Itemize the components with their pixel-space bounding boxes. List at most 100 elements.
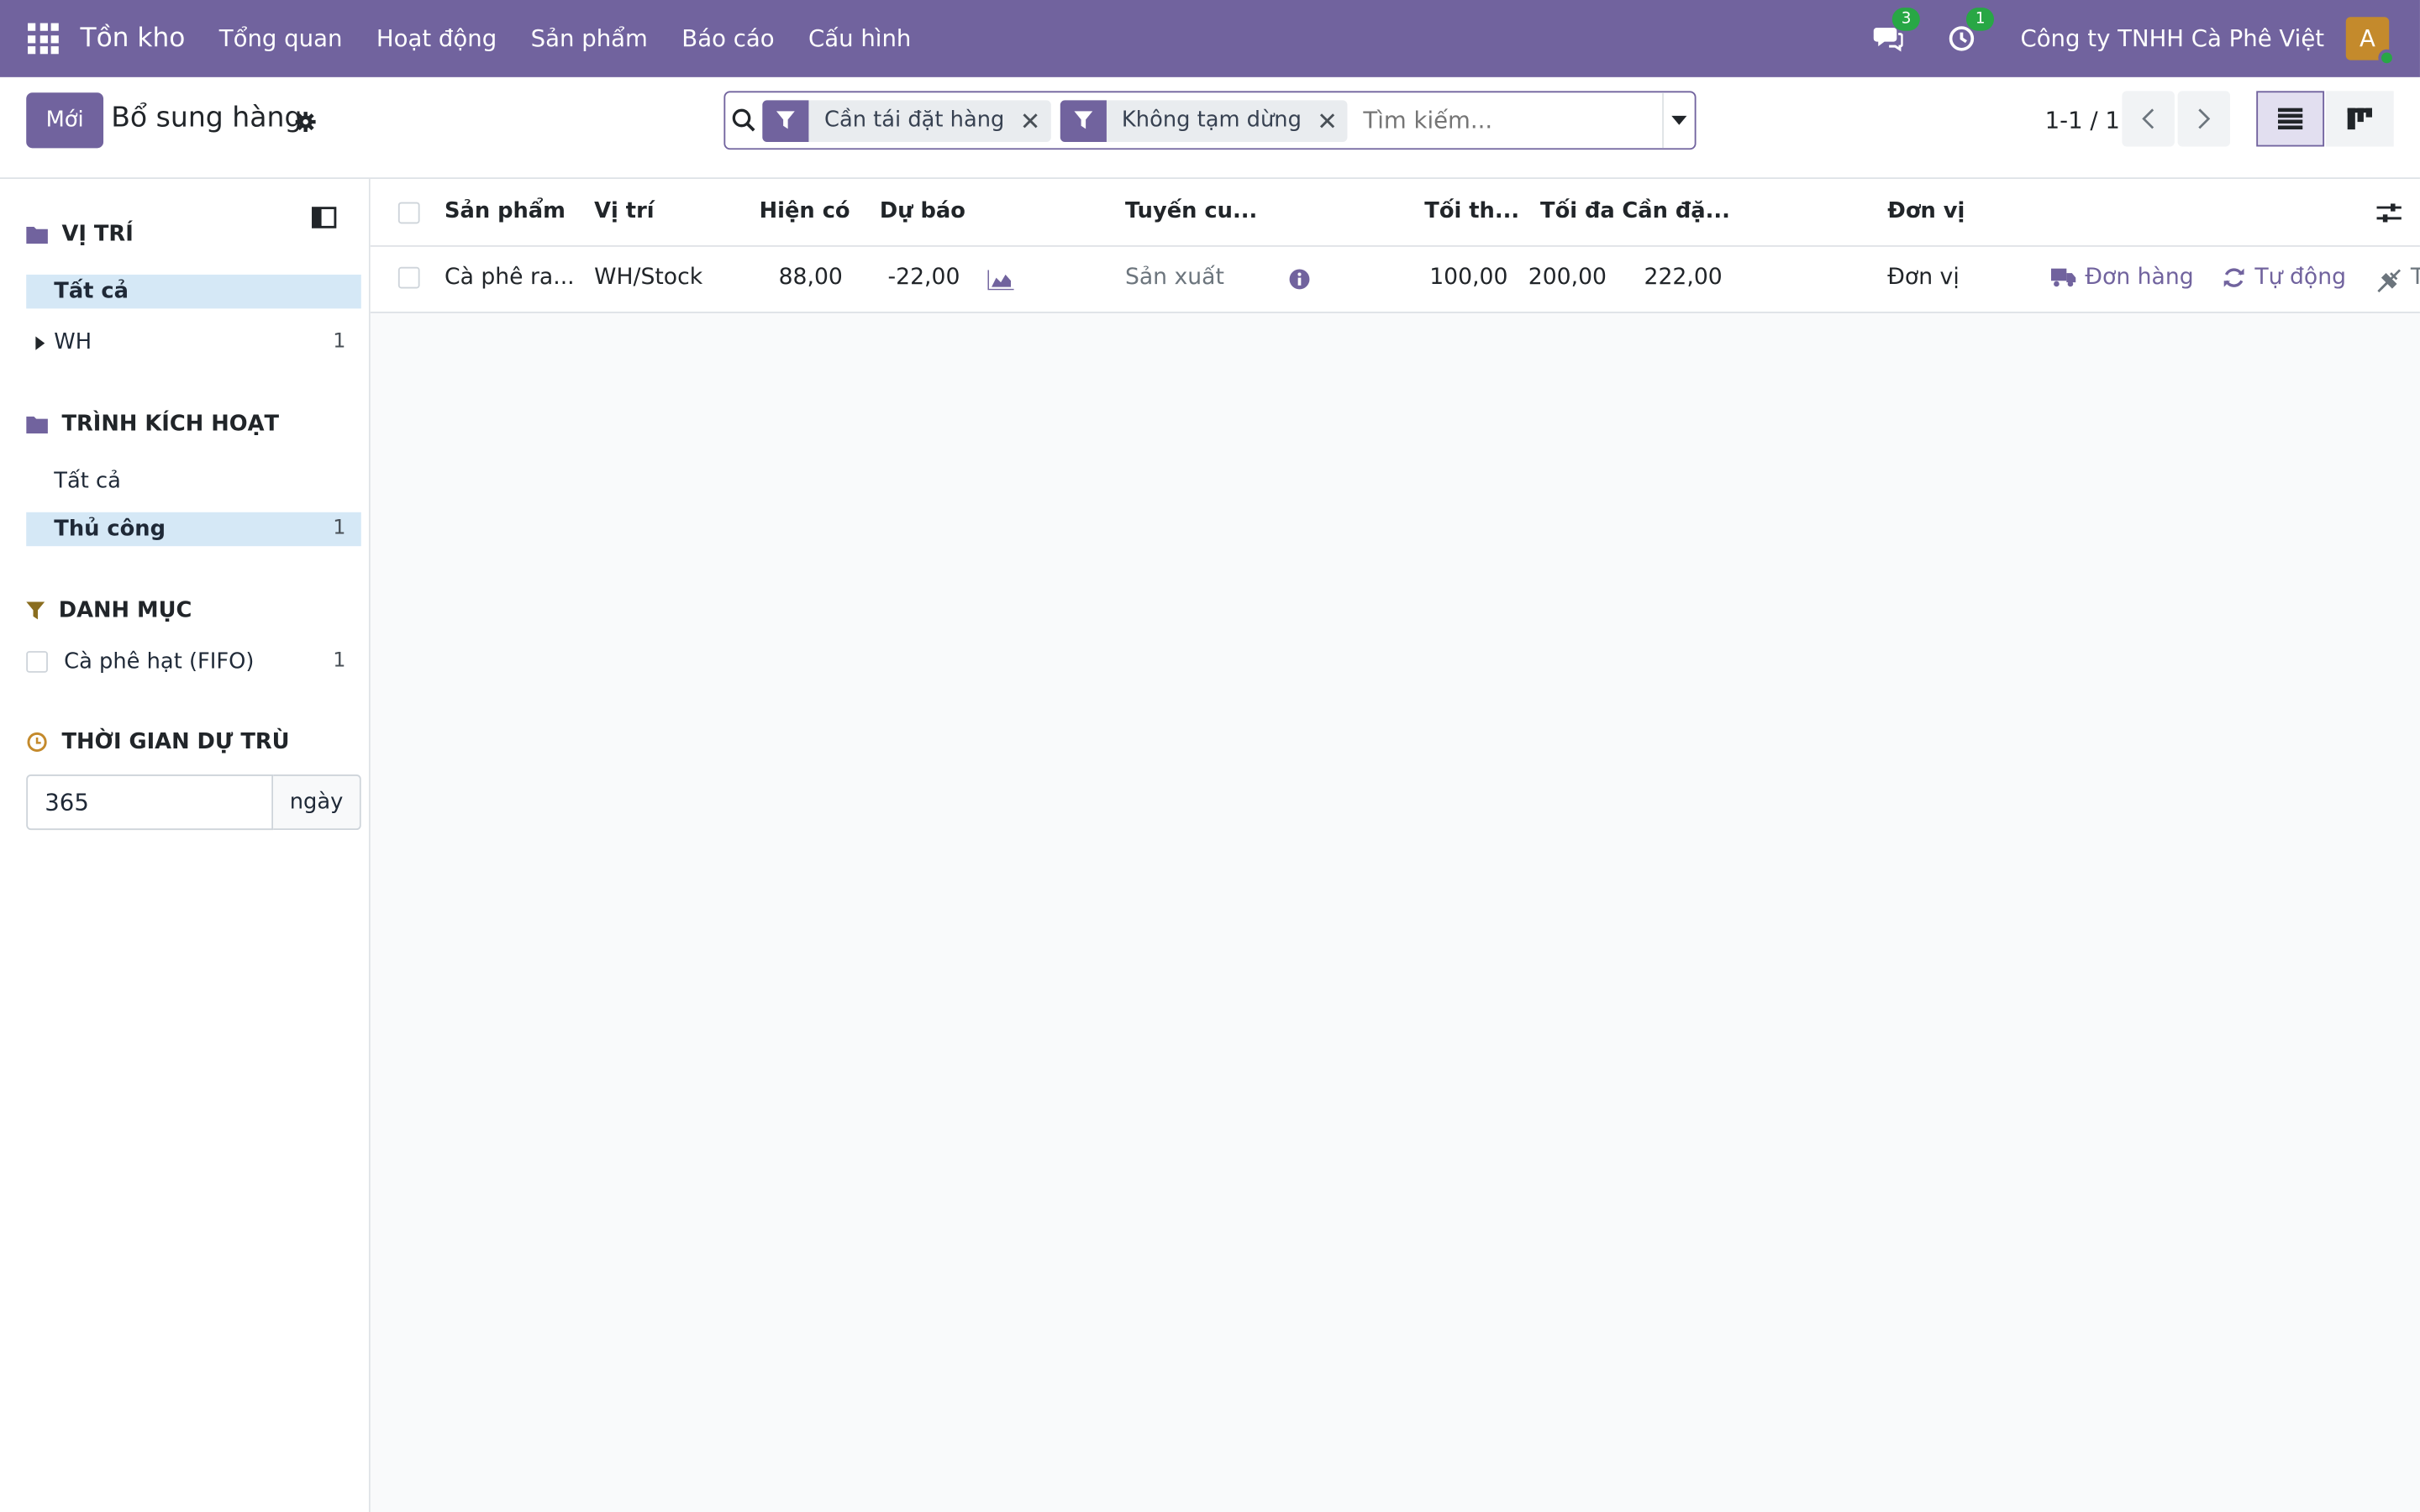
chevron-right-icon [2198,108,2211,129]
facet-remove-icon[interactable]: ✕ [1317,106,1348,135]
col-header-uom[interactable]: Đơn vị [1887,199,1965,223]
control-panel: Mới Bổ sung hàng Cần tái đặt hàng ✕ Khôn… [0,77,2420,180]
menu-item-configuration[interactable]: Cấu hình [792,24,929,52]
trigger-filter-all[interactable]: Tất cả [26,465,361,498]
col-header-product[interactable]: Sản phẩm [445,199,566,223]
search-panel: VỊ TRÍ Tất cả WH 1 TRÌNH KÍCH HOẠT Tất c… [0,179,371,1512]
list-icon [2277,108,2303,130]
activity-badge: 1 [1966,8,1995,31]
cell-product: Cà phê ra... [444,265,575,291]
search-bar: Cần tái đặt hàng ✕ Không tạm dừng ✕ [723,91,1697,150]
activity-clock-icon[interactable]: 1 [1946,8,1995,55]
section-category-header: DANH MỤC [26,599,192,623]
search-facet: Cần tái đặt hàng ✕ [762,99,1051,142]
section-location-title: VỊ TRÍ [61,222,134,247]
menu-item-overview[interactable]: Tổng quan [203,24,360,52]
automate-button[interactable]: Tự động [2223,265,2346,290]
user-avatar[interactable]: A [2345,17,2396,66]
systray: 3 1 Công ty TNHH Cà Phê Việt A [1872,0,2420,77]
menu-item-products[interactable]: Sản phẩm [513,24,665,52]
menu-item-operations[interactable]: Hoạt động [360,24,514,52]
location-filter-all[interactable]: Tất cả [26,274,361,309]
col-header-on-hand[interactable]: Hiện có [760,199,850,223]
trigger-manual-label: Thủ công [54,517,166,542]
pager-value[interactable]: 1-1 / 1 [2045,107,2120,134]
snooze-label-clipped: T [2411,265,2420,290]
gear-icon[interactable] [295,109,317,133]
cell-location: WH/Stock [594,265,703,291]
new-button[interactable]: Mới [26,92,104,149]
filter-icon [762,99,809,142]
cell-forecast: -22,00 [887,265,960,291]
order-once-button[interactable]: Đơn hàng [2050,265,2194,291]
messages-icon[interactable]: 3 [1872,8,1921,55]
table-row[interactable]: Cà phê ra... WH/Stock 88,00 -22,00 Sản x… [370,246,2420,313]
info-icon[interactable] [1289,269,1311,291]
location-wh-label: WH [54,330,92,355]
col-header-location[interactable]: Vị trí [594,199,654,223]
facet-remove-icon[interactable]: ✕ [1020,106,1051,135]
cell-on-hand: 88,00 [778,265,843,291]
app-grid-icon[interactable] [28,23,59,55]
category-label: Cà phê hạt (FIFO) [64,649,255,675]
kanban-icon [2347,108,2373,130]
category-filter-item[interactable]: Cà phê hạt (FIFO) 1 [26,645,361,679]
cell-min: 100,00 [1429,265,1508,291]
facet-label: Cần tái đặt hàng [823,108,1005,133]
refresh-icon [2223,268,2244,287]
search-input[interactable] [1357,94,1663,147]
category-count: 1 [333,649,346,673]
section-trigger-header: TRÌNH KÍCH HOẠT [26,412,280,437]
online-status-dot [2378,49,2396,66]
filter-icon [26,601,45,620]
table-header: Sản phẩm Vị trí Hiện có Dự báo Tuyến cu.… [370,179,2420,247]
optional-columns-icon[interactable] [2376,202,2402,224]
search-icon[interactable] [725,92,762,148]
sidebar-collapse-icon[interactable] [312,205,337,228]
col-header-to-order[interactable]: Cần đặ... [1622,199,1730,223]
menu-item-reporting[interactable]: Báo cáo [665,24,792,52]
automate-label: Tự động [2254,265,2347,291]
horizon-days-input[interactable]: 365 [26,774,274,831]
list-view: Sản phẩm Vị trí Hiện có Dự báo Tuyến cu.… [370,179,2420,1512]
filter-icon [1060,99,1107,142]
section-trigger-title: TRÌNH KÍCH HOẠT [61,412,280,437]
trigger-filter-manual[interactable]: Thủ công 1 [26,512,361,547]
caret-down-icon [1671,115,1687,125]
caret-right-icon[interactable] [35,336,45,350]
forecast-graph-icon[interactable] [987,270,1014,291]
row-checkbox[interactable] [397,266,420,289]
order-once-label: Đơn hàng [2085,265,2194,291]
select-all-checkbox[interactable] [397,202,420,224]
col-header-max[interactable]: Tối đa [1540,199,1615,223]
location-wh-count: 1 [333,330,346,354]
horizon-input-group: 365 ngày [26,774,361,831]
section-category-title: DANH MỤC [58,598,192,624]
company-switcher[interactable]: Công ty TNHH Cà Phê Việt [2020,24,2324,52]
avatar-letter: A [2360,24,2375,53]
trigger-manual-count: 1 [333,517,346,540]
section-location-header: VỊ TRÍ [26,222,134,247]
col-header-route[interactable]: Tuyến cu... [1125,199,1257,223]
cell-to-order: 222,00 [1644,265,1723,291]
location-filter-wh[interactable]: WH 1 [26,326,361,360]
search-options-toggle[interactable] [1662,92,1695,149]
main-menu: Tổng quan Hoạt động Sản phẩm Báo cáo Cấu… [203,24,929,52]
app-brand[interactable]: Tồn kho [81,24,186,55]
folder-icon [26,226,48,244]
section-horizon-header: THỜI GIAN DỰ TRÙ [26,729,290,755]
list-view-button[interactable] [2256,91,2325,147]
snooze-icon[interactable] [2377,269,2402,293]
category-checkbox[interactable] [26,651,48,673]
clock-icon [27,732,47,753]
cell-uom: Đơn vị [1887,265,1960,291]
pager-previous-button[interactable] [2122,91,2175,147]
section-horizon-title: THỜI GIAN DỰ TRÙ [61,729,290,755]
col-header-forecast[interactable]: Dự báo [880,199,965,223]
search-facet: Không tạm dừng ✕ [1060,99,1349,142]
kanban-view-button[interactable] [2325,91,2394,147]
facet-label: Không tạm dừng [1121,108,1302,133]
view-title: Bổ sung hàng [111,102,302,134]
pager-next-button[interactable] [2177,91,2231,147]
col-header-min[interactable]: Tối th... [1424,199,1519,223]
